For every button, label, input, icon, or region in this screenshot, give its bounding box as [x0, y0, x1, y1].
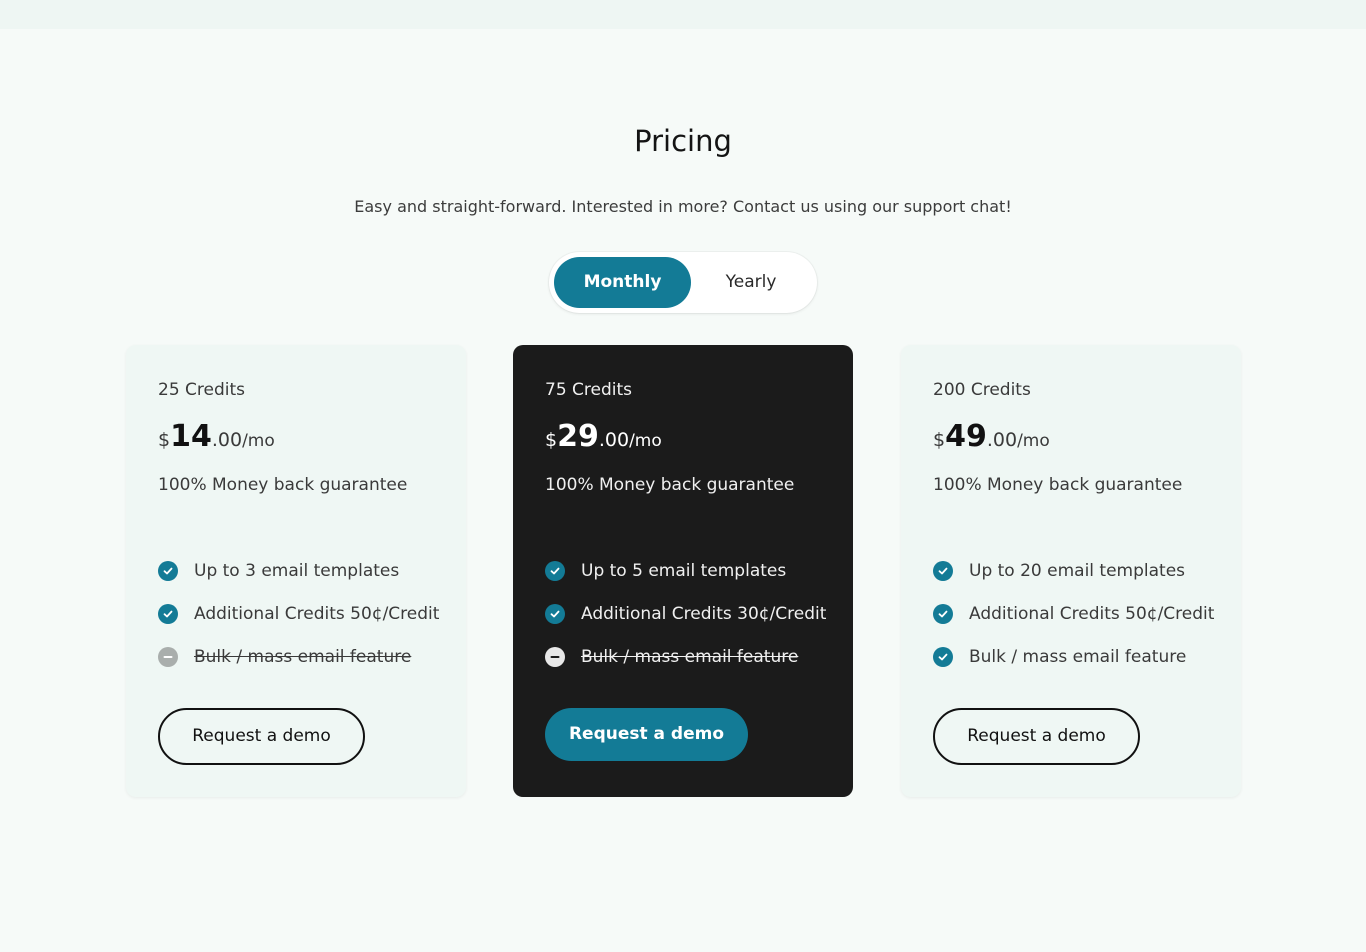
toggle-yearly[interactable]: Yearly [691, 257, 811, 308]
feature-item: Additional Credits 50¢/Credit [158, 592, 439, 635]
plan-card-200-credits: 200 Credits $49.00/mo 100% Money back gu… [901, 345, 1241, 797]
plan-price: $49.00/mo [933, 419, 1050, 454]
check-circle-icon [158, 560, 178, 581]
plan-card-75-credits: 75 Credits $29.00/mo 100% Money back gua… [513, 345, 853, 797]
feature-list: Up to 20 email templates Additional Cred… [933, 549, 1214, 678]
price-cents: .00 [598, 429, 630, 451]
toggle-monthly[interactable]: Monthly [554, 257, 691, 308]
feature-text: Bulk / mass email feature [194, 646, 412, 667]
request-demo-button[interactable]: Request a demo [933, 708, 1140, 765]
plan-guarantee: 100% Money back guarantee [933, 475, 1183, 495]
plan-card-25-credits: 25 Credits $14.00/mo 100% Money back gua… [126, 345, 466, 797]
plan-credits: 200 Credits [933, 380, 1031, 400]
feature-text: Up to 20 email templates [969, 560, 1186, 581]
check-circle-icon [158, 603, 178, 624]
feature-item: Additional Credits 50¢/Credit [933, 592, 1214, 635]
plan-guarantee: 100% Money back guarantee [158, 475, 408, 495]
check-circle-icon [545, 560, 565, 581]
price-period: /mo [1017, 431, 1050, 451]
price-whole: 29 [557, 419, 599, 454]
price-cents: .00 [211, 429, 243, 451]
feature-text: Additional Credits 50¢/Credit [194, 603, 440, 624]
billing-period-toggle: Monthly Yearly [549, 252, 817, 313]
price-whole: 14 [170, 419, 212, 454]
feature-item: Bulk / mass email feature [158, 635, 439, 678]
plan-price: $29.00/mo [545, 419, 662, 454]
page-title: Pricing [634, 124, 732, 158]
feature-text: Additional Credits 30¢/Credit [581, 603, 827, 624]
feature-text: Bulk / mass email feature [581, 646, 799, 667]
feature-item: Additional Credits 30¢/Credit [545, 592, 826, 635]
feature-item: Bulk / mass email feature [545, 635, 826, 678]
price-cents: .00 [986, 429, 1018, 451]
request-demo-button[interactable]: Request a demo [545, 708, 748, 761]
price-period: /mo [242, 431, 275, 451]
plan-guarantee: 100% Money back guarantee [545, 475, 795, 495]
price-currency: $ [933, 429, 946, 451]
minus-circle-icon [545, 646, 565, 667]
feature-item: Up to 5 email templates [545, 549, 826, 592]
request-demo-button[interactable]: Request a demo [158, 708, 365, 765]
price-currency: $ [545, 429, 558, 451]
plan-credits: 25 Credits [158, 380, 246, 400]
minus-circle-icon [158, 646, 178, 667]
plan-price: $14.00/mo [158, 419, 275, 454]
check-circle-icon [933, 560, 953, 581]
feature-item: Up to 20 email templates [933, 549, 1214, 592]
price-whole: 49 [945, 419, 987, 454]
feature-text: Additional Credits 50¢/Credit [969, 603, 1215, 624]
plan-credits: 75 Credits [545, 380, 633, 400]
check-circle-icon [545, 603, 565, 624]
page-subtitle: Easy and straight-forward. Interested in… [354, 197, 1012, 216]
check-circle-icon [933, 603, 953, 624]
price-period: /mo [629, 431, 662, 451]
feature-item: Bulk / mass email feature [933, 635, 1214, 678]
feature-text: Bulk / mass email feature [969, 646, 1187, 667]
feature-item: Up to 3 email templates [158, 549, 439, 592]
feature-list: Up to 3 email templates Additional Credi… [158, 549, 439, 678]
feature-list: Up to 5 email templates Additional Credi… [545, 549, 826, 678]
price-currency: $ [158, 429, 171, 451]
feature-text: Up to 3 email templates [194, 560, 400, 581]
feature-text: Up to 5 email templates [581, 560, 787, 581]
top-bar [0, 0, 1366, 29]
check-circle-icon [933, 646, 953, 667]
